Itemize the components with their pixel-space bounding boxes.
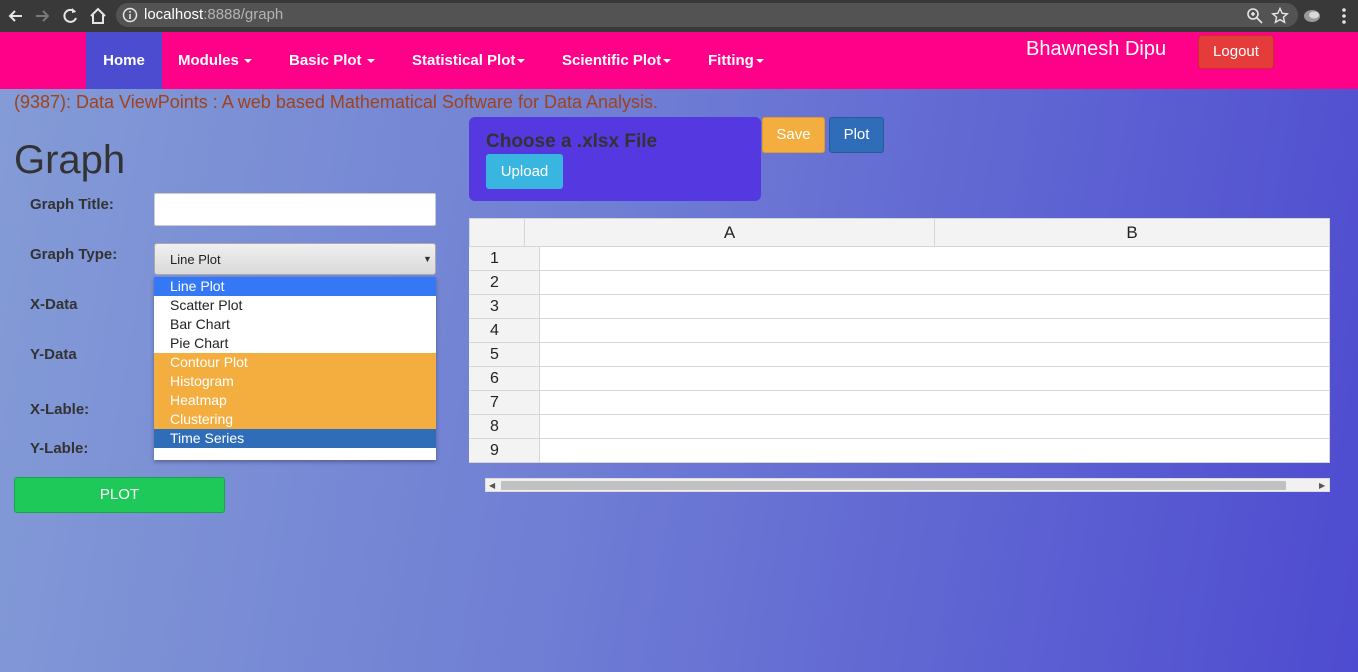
row-header[interactable]: 4 [469, 319, 540, 343]
horizontal-scrollbar[interactable]: ◀ ▶ [485, 478, 1330, 492]
cell[interactable] [950, 247, 1330, 271]
option-contour-plot[interactable]: Contour Plot [154, 353, 436, 372]
option-time-series[interactable]: Time Series [154, 429, 436, 448]
plot-button[interactable]: PLOT [14, 477, 225, 513]
graph-type-label: Graph Type: [30, 246, 118, 263]
cell[interactable] [540, 415, 951, 439]
scrollbar-thumb[interactable] [501, 481, 1286, 490]
cell[interactable] [540, 439, 951, 463]
row-header[interactable]: 9 [469, 439, 540, 463]
option-clustering[interactable]: Clustering [154, 410, 436, 429]
upload-button[interactable]: Upload [486, 154, 563, 189]
info-icon[interactable] [122, 7, 138, 23]
nav-statistical-plot-label: Statistical Plot [412, 52, 516, 69]
y-data-label: Y-Data [30, 346, 77, 363]
graph-type-selected-value: Line Plot [170, 252, 221, 267]
caret-down-icon [755, 59, 764, 64]
logout-button[interactable]: Logout [1198, 35, 1274, 69]
page-title: Graph [14, 138, 126, 182]
browser-toolbar: localhost:8888/graph [0, 0, 1358, 32]
option-pie-chart[interactable]: Pie Chart [154, 334, 436, 353]
nav-scientific-plot-label: Scientific Plot [562, 52, 662, 69]
nav-fitting-label: Fitting [708, 52, 754, 69]
column-header-b[interactable]: B [934, 218, 1330, 247]
cell[interactable] [540, 343, 951, 367]
sheet-corner-header [469, 218, 525, 247]
nav-basic-plot-label: Basic Plot [289, 52, 362, 69]
option-line-plot[interactable]: Line Plot [154, 277, 436, 296]
page-body: Home Modules Basic Plot Statistical Plot… [0, 32, 1358, 672]
home-icon[interactable] [88, 6, 108, 26]
caret-down-icon [243, 59, 252, 64]
nav-modules-label: Modules [178, 52, 239, 69]
reload-icon[interactable] [60, 6, 80, 26]
graph-title-input[interactable] [154, 193, 436, 226]
x-label-label: X-Lable: [30, 401, 90, 418]
option-scatter-plot[interactable]: Scatter Plot [154, 296, 436, 315]
option-histogram[interactable]: Histogram [154, 372, 436, 391]
nav-scientific-plot[interactable]: Scientific Plot [562, 32, 672, 89]
top-navbar: Home Modules Basic Plot Statistical Plot… [0, 32, 1358, 89]
cell[interactable] [950, 415, 1330, 439]
cell[interactable] [950, 367, 1330, 391]
extension-icon[interactable] [1302, 6, 1322, 26]
cell[interactable] [540, 391, 951, 415]
address-bar[interactable]: localhost:8888/graph [116, 3, 1298, 27]
graph-title-label: Graph Title: [30, 196, 114, 213]
scroll-right-icon[interactable]: ▶ [1319, 481, 1325, 490]
plot-data-button[interactable]: Plot [829, 117, 884, 153]
bookmark-star-icon[interactable] [1271, 6, 1289, 25]
column-header-a[interactable]: A [524, 218, 935, 247]
cell[interactable] [540, 367, 951, 391]
x-data-label: X-Data [30, 296, 78, 313]
scroll-left-icon[interactable]: ◀ [489, 481, 495, 490]
url-text: localhost:8888/graph [144, 6, 283, 23]
user-name: Bhawnesh Dipu [1026, 38, 1167, 60]
app-subtitle: (9387): Data ViewPoints : A web based Ma… [14, 92, 659, 112]
caret-down-icon [663, 59, 672, 64]
y-label-label: Y-Lable: [30, 440, 89, 457]
cell[interactable] [950, 343, 1330, 367]
row-header[interactable]: 1 [469, 247, 540, 271]
row-header[interactable]: 6 [469, 367, 540, 391]
upload-title: Choose a .xlsx File [486, 131, 658, 152]
save-button[interactable]: Save [762, 117, 825, 153]
zoom-icon[interactable] [1246, 7, 1264, 25]
url-path: :8888/graph [203, 6, 284, 23]
back-arrow-icon[interactable] [6, 6, 26, 26]
caret-down-icon [517, 59, 526, 64]
row-header[interactable]: 7 [469, 391, 540, 415]
graph-type-select[interactable]: Line Plot ▼ [154, 243, 436, 275]
cell[interactable] [540, 319, 951, 343]
option-heatmap[interactable]: Heatmap [154, 391, 436, 410]
nav-basic-plot[interactable]: Basic Plot [289, 32, 375, 89]
cell[interactable] [950, 439, 1330, 463]
nav-modules[interactable]: Modules [178, 32, 252, 89]
graph-type-dropdown-list: Line Plot Scatter Plot Bar Chart Pie Cha… [154, 277, 436, 460]
row-header[interactable]: 2 [469, 271, 540, 295]
option-bar-chart[interactable]: Bar Chart [154, 315, 436, 334]
row-header[interactable]: 3 [469, 295, 540, 319]
browser-menu-icon[interactable] [1336, 6, 1352, 26]
cell[interactable] [950, 295, 1330, 319]
row-header[interactable]: 5 [469, 343, 540, 367]
nav-statistical-plot[interactable]: Statistical Plot [412, 32, 526, 89]
cell[interactable] [950, 391, 1330, 415]
cell[interactable] [540, 271, 951, 295]
nav-home-label: Home [103, 52, 145, 69]
upload-panel: Choose a .xlsx File Upload [469, 117, 761, 201]
row-header[interactable]: 8 [469, 415, 540, 439]
nav-home[interactable]: Home [86, 32, 162, 89]
cell[interactable] [540, 247, 951, 271]
cell[interactable] [540, 295, 951, 319]
cell[interactable] [950, 271, 1330, 295]
caret-down-icon [366, 59, 375, 64]
nav-fitting[interactable]: Fitting [708, 32, 764, 89]
cell[interactable] [950, 319, 1330, 343]
forward-arrow-icon[interactable] [32, 6, 52, 26]
dropdown-arrow-icon: ▼ [423, 254, 432, 264]
spreadsheet-grid: A B 1 2 3 4 5 6 7 8 9 [469, 218, 1330, 463]
url-host: localhost [144, 6, 204, 23]
